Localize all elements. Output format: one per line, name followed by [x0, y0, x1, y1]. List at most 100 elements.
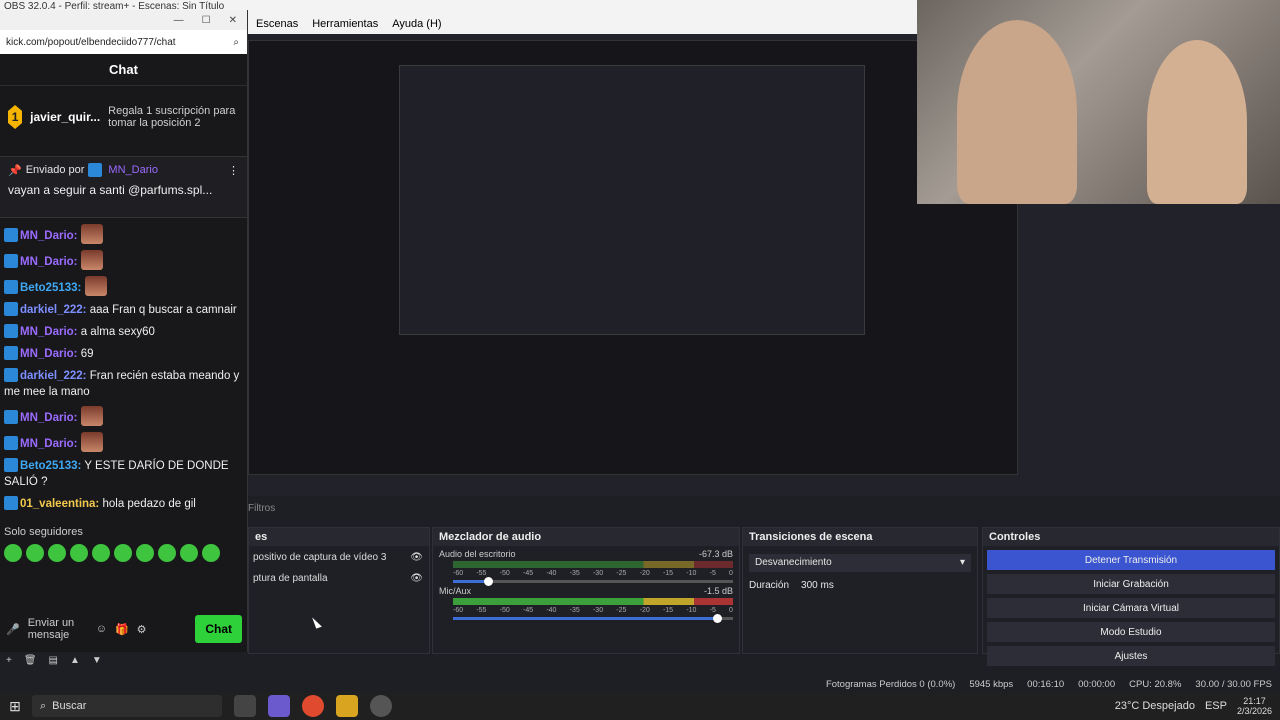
- eye-icon[interactable]: 👁: [410, 573, 423, 584]
- tick-label: -30: [592, 570, 604, 577]
- gift-prompt[interactable]: Regala 1 suscripción para tomar la posic…: [108, 105, 239, 129]
- copilot-icon[interactable]: [268, 695, 290, 717]
- chat-username[interactable]: MN_Dario:: [20, 348, 78, 360]
- obs-menu-bar: Escenas Herramientas Ayuda (H): [248, 14, 918, 34]
- transition-select[interactable]: Desvanecimiento ▾: [749, 554, 971, 572]
- pin-icon: 📌: [8, 164, 22, 177]
- mixer-title: Mezclador de audio: [433, 528, 739, 546]
- emote-icon: [180, 544, 198, 562]
- tick-label: -50: [499, 570, 510, 577]
- volume-slider[interactable]: [453, 614, 733, 623]
- controls-dock: Controles Detener Transmisión Iniciar Gr…: [982, 527, 1280, 666]
- url-text: kick.com/popout/elbendeciido777/chat: [6, 36, 176, 48]
- slider-handle[interactable]: [483, 577, 493, 586]
- chat-message: MN_Dario:: [4, 250, 243, 270]
- date: 2/3/2026: [1236, 706, 1272, 716]
- emote-icon: [92, 544, 110, 562]
- chat-text: a alma sexy60: [80, 326, 155, 338]
- zoom-icon[interactable]: ⌕: [233, 37, 239, 48]
- filters-tab[interactable]: Filtros: [248, 503, 275, 514]
- chat-compose: 🎤 Enviar un mensaje ☺ 🎁 ⚙ Chat: [0, 612, 248, 646]
- chat-send-button[interactable]: Chat: [195, 615, 242, 643]
- file-explorer-icon[interactable]: [336, 695, 358, 717]
- volume-slider[interactable]: [453, 577, 733, 586]
- unpin-icon[interactable]: ⋮: [228, 164, 239, 177]
- eye-icon[interactable]: 👁: [410, 552, 423, 563]
- chevron-up-icon[interactable]: ▲: [70, 655, 80, 666]
- streamer-figure: [957, 20, 1077, 204]
- user-badge-icon: [4, 436, 18, 450]
- tick-label: -35: [569, 607, 580, 614]
- emote-icon: [202, 544, 220, 562]
- chat-username[interactable]: Beto25133:: [20, 282, 81, 294]
- filter-icon[interactable]: ▤: [49, 655, 58, 666]
- emote-icon: [70, 544, 88, 562]
- chat-username[interactable]: Beto25133:: [20, 460, 81, 472]
- chat-message: MN_Dario:: [4, 406, 243, 426]
- clock[interactable]: 21:17 2/3/2026: [1237, 696, 1272, 716]
- meter-ticks: -60 -55 -50 -45 -40 -35 -30 -25 -20 -15 -10 -5 0: [453, 570, 733, 577]
- settings-button[interactable]: Ajustes: [987, 646, 1275, 666]
- mic-icon[interactable]: 🎤: [6, 623, 20, 636]
- start-recording-button[interactable]: Iniciar Grabación: [987, 574, 1275, 594]
- time: 21:17: [1243, 696, 1266, 706]
- obs-icon[interactable]: [370, 695, 392, 717]
- duration-input[interactable]: 300 ms: [801, 580, 834, 591]
- hype-username[interactable]: javier_quir...: [30, 110, 100, 124]
- close-icon[interactable]: ✕: [229, 15, 237, 26]
- cpu-usage: CPU: 20.8%: [1129, 678, 1182, 690]
- task-view-icon[interactable]: [234, 695, 256, 717]
- chat-username[interactable]: MN_Dario:: [20, 230, 78, 242]
- chat-title: Chat: [0, 54, 247, 86]
- quick-emotes[interactable]: [0, 540, 247, 566]
- emote-icon: [80, 432, 103, 452]
- chat-message: Beto25133:: [4, 276, 243, 296]
- start-virtual-camera-button[interactable]: Iniciar Cámara Virtual: [987, 598, 1275, 618]
- settings-icon[interactable]: ⚙: [137, 623, 147, 636]
- hype-leader: 1 javier_quir... Regala 1 suscripción pa…: [0, 86, 247, 148]
- chat-username[interactable]: MN_Dario:: [20, 326, 78, 338]
- menu-escenas[interactable]: Escenas: [256, 18, 298, 30]
- windows-start-icon[interactable]: ⊞: [0, 698, 30, 715]
- user-badge-icon: [4, 458, 18, 472]
- chat-username[interactable]: MN_Dario:: [20, 438, 78, 450]
- chat-username[interactable]: MN_Dario:: [20, 256, 78, 268]
- volume-meter: [453, 598, 733, 605]
- tick-label: -35: [569, 570, 580, 577]
- source-item[interactable]: positivo de captura de vídeo 3 👁: [249, 546, 429, 567]
- address-bar[interactable]: kick.com/popout/elbendeciido777/chat ⌕: [0, 30, 247, 54]
- pinned-user[interactable]: MN_Dario: [108, 164, 158, 176]
- stop-stream-button[interactable]: Detener Transmisión: [987, 550, 1275, 570]
- emote-icon: [136, 544, 154, 562]
- menu-herramientas[interactable]: Herramientas: [312, 18, 378, 30]
- chrome-icon[interactable]: [302, 695, 324, 717]
- chat-username[interactable]: 01_valeentina:: [20, 498, 99, 510]
- tick-label: -45: [522, 607, 534, 614]
- weather[interactable]: 23°C Despejado: [1115, 700, 1195, 712]
- maximize-icon[interactable]: ☐: [202, 15, 211, 26]
- studio-mode-button[interactable]: Modo Estudio: [987, 622, 1275, 642]
- language[interactable]: ESP: [1205, 700, 1227, 712]
- slider-handle[interactable]: [713, 614, 723, 623]
- audio-mixer-dock: Mezclador de audio Audio del escritorio -…: [432, 527, 740, 654]
- message-input[interactable]: Enviar un mensaje: [28, 617, 88, 641]
- gift-icon[interactable]: 🎁: [115, 623, 129, 636]
- chat-username[interactable]: MN_Dario:: [20, 412, 78, 424]
- menu-ayuda[interactable]: Ayuda (H): [392, 18, 441, 30]
- chat-username[interactable]: darkiel_222:: [20, 370, 87, 382]
- source-item[interactable]: ptura de pantalla 👁: [249, 567, 429, 588]
- chat-username[interactable]: darkiel_222:: [20, 304, 87, 316]
- tick-label: -45: [522, 570, 534, 577]
- taskbar-search[interactable]: ⌕ Buscar: [32, 695, 222, 717]
- nested-preview: [399, 65, 865, 335]
- minimize-icon[interactable]: —: [174, 15, 184, 26]
- channel-header: Audio del escritorio -67.3 dB: [433, 546, 739, 559]
- tick-label: -40: [546, 607, 557, 614]
- emote-icon: [114, 544, 132, 562]
- chat-message: MN_Dario:: [4, 224, 243, 244]
- emote-picker-icon[interactable]: ☺: [96, 623, 107, 635]
- add-icon[interactable]: +: [6, 655, 12, 666]
- chat-text: hola pedazo de gil: [102, 498, 196, 510]
- trash-icon[interactable]: 🗑: [24, 655, 37, 666]
- chevron-down-icon[interactable]: ▼: [92, 655, 102, 666]
